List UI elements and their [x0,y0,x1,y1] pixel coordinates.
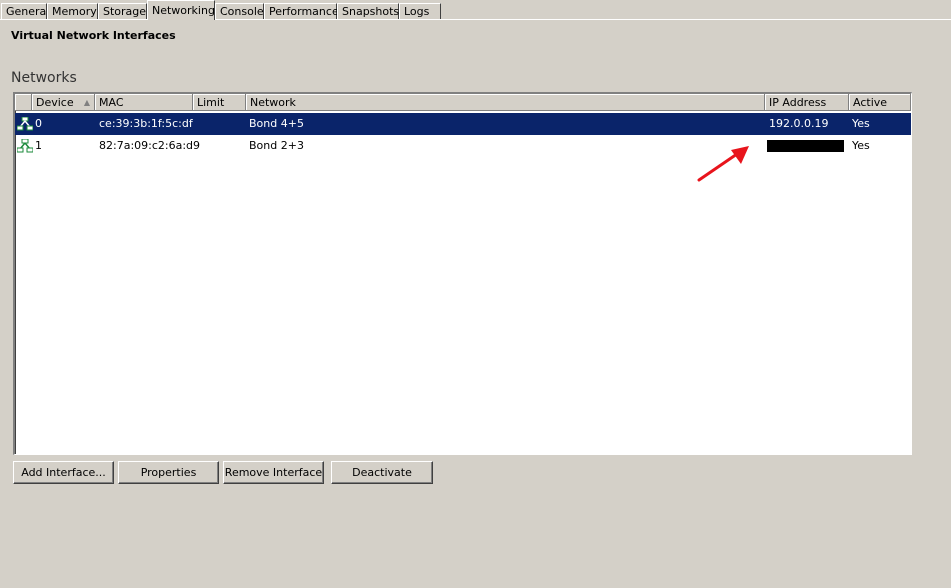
column-header-active[interactable]: Active [849,94,911,111]
properties-button[interactable]: Properties [118,461,219,484]
redacted-ip-address [767,140,844,152]
tab-console[interactable]: Console [215,3,264,19]
list-header: Device ▲ MAC Limit Network IP Address Ac… [15,94,911,111]
row-device: 0 [35,117,42,130]
row-ip-address: 192.0.0.19 [769,117,829,130]
row-network: Bond 2+3 [249,139,304,152]
tab-logs[interactable]: Logs [399,3,441,19]
row-mac: 82:7a:09:c2:6a:d9 [99,139,201,152]
tab-general[interactable]: General [1,3,49,19]
section-title: Virtual Network Interfaces [11,29,176,42]
deactivate-button[interactable]: Deactivate [331,461,433,484]
network-interface-icon [17,117,33,131]
column-header-ip-address[interactable]: IP Address [765,94,849,111]
network-interfaces-list[interactable]: Device ▲ MAC Limit Network IP Address Ac… [13,92,912,455]
networks-group-label: Networks [11,70,77,86]
row-device: 1 [35,139,42,152]
column-header-device[interactable]: Device ▲ [32,94,95,111]
tab-snapshots[interactable]: Snapshots [337,3,399,19]
tab-memory[interactable]: Memory [47,3,98,19]
tab-performance[interactable]: Performance [264,3,339,19]
row-active: Yes [852,117,870,130]
table-row[interactable]: 0 ce:39:3b:1f:5c:df Bond 4+5 192.0.0.19 … [15,113,911,135]
tab-bar: General Memory Storage Networking Consol… [0,0,951,20]
add-interface-button[interactable]: Add Interface... [13,461,114,484]
annotation-arrow-icon [697,146,749,182]
row-mac: ce:39:3b:1f:5c:df [99,117,193,130]
column-header-network[interactable]: Network [246,94,765,111]
tab-storage[interactable]: Storage [98,3,147,19]
tab-networking[interactable]: Networking [147,0,215,20]
table-row[interactable]: 1 82:7a:09:c2:6a:d9 Bond 2+3 Yes [15,135,911,157]
remove-interface-button[interactable]: Remove Interface [223,461,324,484]
row-active: Yes [852,139,870,152]
network-interface-icon [17,139,33,153]
column-header-limit[interactable]: Limit [193,94,246,111]
sort-ascending-icon: ▲ [83,98,90,107]
column-header-device-label: Device [36,96,74,109]
column-header-mac[interactable]: MAC [95,94,193,111]
row-network: Bond 4+5 [249,117,304,130]
column-header-icon[interactable] [15,94,32,111]
